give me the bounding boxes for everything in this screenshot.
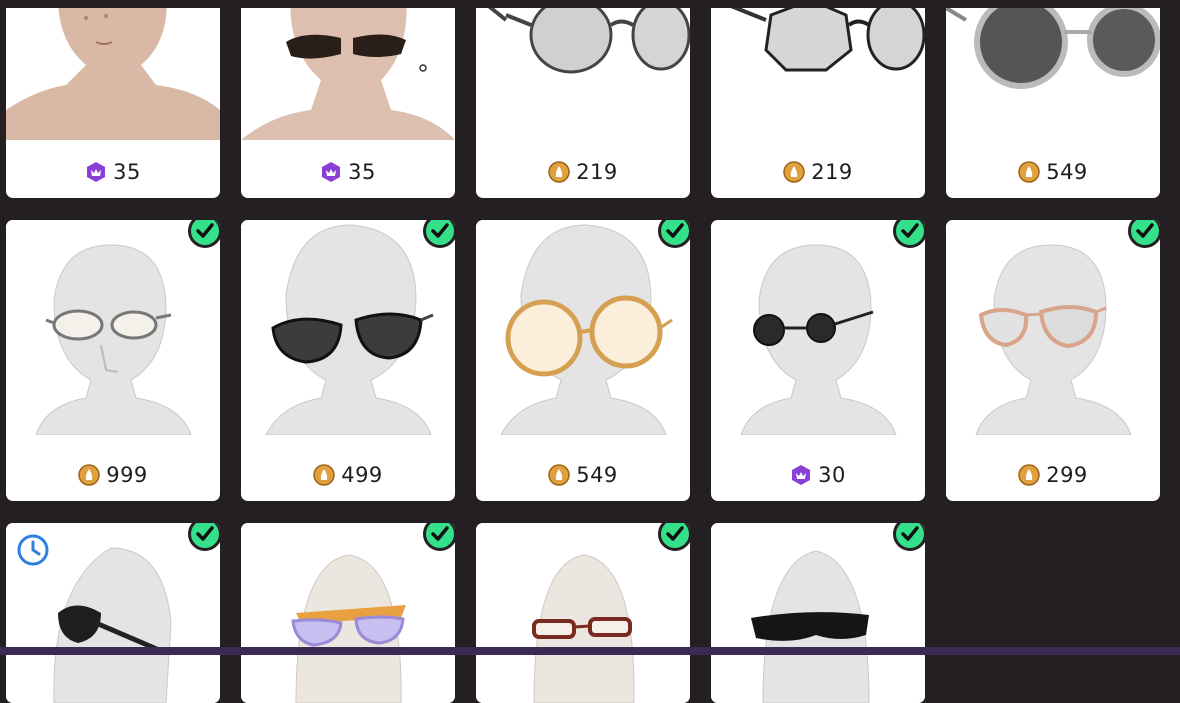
avatar-thumbnail bbox=[476, 523, 690, 703]
glasses-thumbnail bbox=[946, 0, 1160, 140]
premium-gem-icon bbox=[322, 162, 341, 182]
bottom-bar bbox=[0, 647, 1180, 655]
premium-gem-icon bbox=[792, 465, 811, 485]
price-value: 299 bbox=[1046, 463, 1088, 487]
price-label: 35 bbox=[241, 157, 455, 187]
item-card-purple-aviator-shades[interactable] bbox=[241, 523, 455, 703]
item-card-gold-round-glasses[interactable]: 549 bbox=[476, 220, 690, 501]
glasses-thumbnail bbox=[476, 0, 690, 140]
item-card-thin-clear-glasses[interactable]: 999 bbox=[6, 220, 220, 501]
item-grid: 35 35 219 219 549 999 499 549 30 299 bbox=[0, 0, 1180, 703]
price-value: 549 bbox=[1046, 160, 1088, 184]
avatar-thumbnail bbox=[476, 220, 690, 435]
avatar-thumbnail bbox=[241, 523, 455, 703]
premium-gem-icon bbox=[87, 162, 106, 182]
gold-coin-icon bbox=[1018, 464, 1040, 486]
clock-icon bbox=[17, 534, 49, 566]
price-value: 30 bbox=[818, 463, 846, 487]
price-value: 549 bbox=[576, 463, 618, 487]
item-card-small-black-round-glasses[interactable]: 30 bbox=[711, 220, 925, 501]
item-card-black-cat-eye-shades[interactable]: 499 bbox=[241, 220, 455, 501]
price-label: 219 bbox=[711, 157, 925, 187]
item-card-rose-gold-mirror-glasses[interactable]: 299 bbox=[946, 220, 1160, 501]
price-label: 549 bbox=[476, 460, 690, 490]
price-value: 219 bbox=[811, 160, 853, 184]
gold-coin-icon bbox=[548, 464, 570, 486]
gold-coin-icon bbox=[783, 161, 805, 183]
item-card-skin-face[interactable]: 35 bbox=[6, 0, 220, 198]
item-card-grey-round-glasses-2[interactable]: 219 bbox=[711, 0, 925, 198]
item-card-black-wrap-shades[interactable] bbox=[711, 523, 925, 703]
gold-coin-icon bbox=[1018, 161, 1040, 183]
price-label: 35 bbox=[6, 157, 220, 187]
avatar-thumbnail bbox=[711, 523, 925, 703]
gold-coin-icon bbox=[313, 464, 335, 486]
price-value: 219 bbox=[576, 160, 618, 184]
avatar-thumbnail bbox=[241, 220, 455, 435]
price-label: 499 bbox=[241, 460, 455, 490]
gold-coin-icon bbox=[78, 464, 100, 486]
price-value: 499 bbox=[341, 463, 383, 487]
gold-coin-icon bbox=[548, 161, 570, 183]
price-label: 549 bbox=[946, 157, 1160, 187]
avatar-thumbnail bbox=[6, 220, 220, 435]
item-card-brown-rectangle-glasses[interactable] bbox=[476, 523, 690, 703]
avatar-thumbnail bbox=[711, 220, 925, 435]
top-edge bbox=[0, 0, 1180, 8]
glasses-thumbnail bbox=[711, 0, 925, 140]
avatar-thumbnail bbox=[946, 220, 1160, 435]
avatar-thumbnail bbox=[6, 0, 220, 140]
item-card-skin-face-shades[interactable]: 35 bbox=[241, 0, 455, 198]
item-card-grey-round-glasses[interactable]: 219 bbox=[476, 0, 690, 198]
price-value: 35 bbox=[113, 160, 141, 184]
price-label: 999 bbox=[6, 460, 220, 490]
price-value: 35 bbox=[348, 160, 376, 184]
price-label: 30 bbox=[711, 460, 925, 490]
avatar-thumbnail bbox=[241, 0, 455, 140]
price-label: 219 bbox=[476, 157, 690, 187]
price-label: 299 bbox=[946, 460, 1160, 490]
item-card-silver-round-shades[interactable]: 549 bbox=[946, 0, 1160, 198]
price-value: 999 bbox=[106, 463, 148, 487]
item-card-eye-patch[interactable] bbox=[6, 523, 220, 703]
